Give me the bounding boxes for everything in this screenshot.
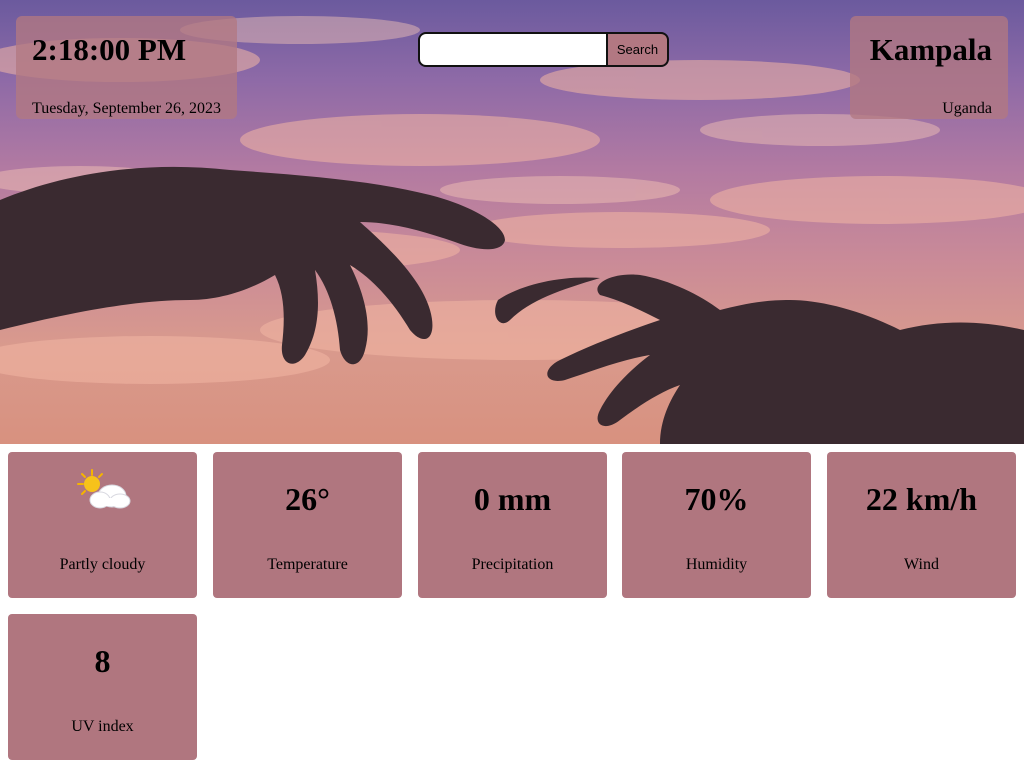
country-name: Uganda [942,100,992,117]
precipitation-card: 0 mm Precipitation [418,452,607,598]
wind-card: 22 km/h Wind [827,452,1016,598]
city-name: Kampala [869,32,992,67]
search-button[interactable]: Search [606,32,669,67]
current-date: Tuesday, September 26, 2023 [32,100,222,117]
precipitation-label: Precipitation [471,556,554,573]
clock-panel: 2:18:00 PM Tuesday, September 26, 2023 [16,16,237,119]
precipitation-value: 0 mm [473,481,552,517]
humidity-card: 70% Humidity [622,452,811,598]
humidity-label: Humidity [685,556,748,573]
uv-index-card: 8 UV index [8,614,197,760]
current-time: 2:18:00 PM [32,32,187,67]
search-bar: Search [418,32,669,67]
temperature-card: 26° Temperature [213,452,402,598]
temperature-value: 26° [285,481,330,517]
wind-value: 22 km/h [865,481,978,517]
partly-cloudy-icon [77,469,131,509]
uv-index-value: 8 [94,643,111,679]
wind-label: Wind [904,556,939,573]
search-input[interactable] [418,32,614,67]
humidity-value: 70% [684,481,749,517]
condition-label: Partly cloudy [59,556,146,573]
uv-index-label: UV index [71,718,134,735]
condition-card: Partly cloudy [8,452,197,598]
location-panel: Kampala Uganda [850,16,1008,119]
temperature-label: Temperature [267,556,348,573]
